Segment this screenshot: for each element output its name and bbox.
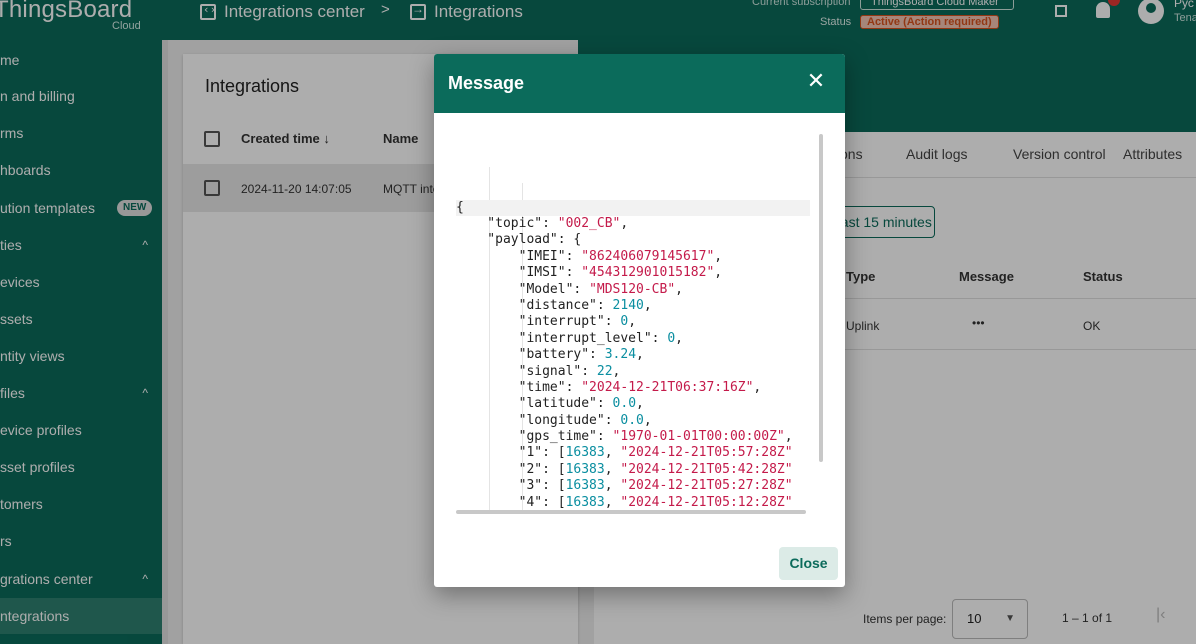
code-token: "2": [ [456, 461, 566, 477]
code-line: "latitude": 0.0, [456, 396, 810, 412]
code-token: "Model": [456, 281, 590, 297]
code-token: "longitude": [456, 412, 621, 428]
code-token: , [675, 330, 683, 346]
dialog-title: Message [448, 73, 525, 93]
dialog-header: Message ✕ [434, 54, 845, 113]
code-token: "battery": [456, 347, 605, 363]
code-token: "2024-12-21T05:27:28Z" [620, 478, 793, 494]
code-token: , [604, 461, 621, 477]
code-token: "MDS120-CB" [589, 281, 676, 297]
message-dialog: Message ✕ { "topic": "002_CB", "payload"… [434, 54, 845, 587]
code-token: 16383 [565, 478, 605, 494]
json-viewer[interactable]: { "topic": "002_CB", "payload": { "IMEI"… [456, 134, 828, 517]
code-token: "signal": [456, 363, 597, 379]
code-token: , [714, 265, 723, 281]
close-icon[interactable]: ✕ [805, 70, 827, 92]
code-token: "gps_time": [456, 429, 613, 445]
code-token: 3.24 [604, 347, 637, 363]
code-token: , [604, 445, 621, 461]
code-line: "interrupt": 0, [456, 314, 810, 330]
code-token: 22 [596, 363, 613, 379]
code-line: "topic": "002_CB", [456, 216, 810, 232]
code-token: , [612, 363, 621, 379]
code-token: 0.0 [620, 412, 644, 428]
code-line: "2": [16383, "2024-12-21T05:42:28Z" [456, 462, 810, 478]
code-token: "3": [ [456, 478, 566, 494]
horizontal-scrollbar[interactable] [456, 510, 806, 514]
code-token: 16383 [565, 445, 605, 461]
code-token: , [714, 248, 723, 264]
code-line: "gps_time": "1970-01-01T00:00:00Z", [456, 429, 810, 445]
code-line: "battery": 3.24, [456, 347, 810, 363]
code-token: , [636, 396, 644, 412]
code-token: "IMEI": [456, 248, 582, 264]
code-token: "862406079145617" [581, 248, 715, 264]
code-token: 2140 [612, 297, 644, 313]
code-line: "longitude": 0.0, [456, 413, 810, 429]
vertical-scrollbar[interactable] [819, 134, 823, 462]
code-token: , [620, 216, 629, 232]
code-line: "Model": "MDS120-CB", [456, 282, 810, 298]
code-line: "signal": 22, [456, 364, 810, 380]
code-token: "2024-12-21T06:37:16Z" [581, 379, 754, 395]
code-token: "454312901015182" [581, 265, 715, 281]
code-token: "distance": [456, 297, 613, 313]
code-token: 16383 [565, 494, 605, 510]
code-line: "distance": 2140, [456, 298, 810, 314]
code-line: "IMSI": "454312901015182", [456, 265, 810, 281]
code-line: "IMEI": "862406079145617", [456, 249, 810, 265]
code-token: "latitude": [456, 396, 613, 412]
code-token: "IMSI": [456, 265, 582, 281]
code-line: "3": [16383, "2024-12-21T05:27:28Z" [456, 478, 810, 494]
code-token: , [604, 478, 621, 494]
code-token: , [675, 281, 683, 297]
code-token: , [753, 379, 762, 395]
code-token: 0 [667, 330, 676, 346]
code-token: "1": [ [456, 445, 566, 461]
code-token: "payload": { [456, 232, 582, 248]
code-token: , [643, 412, 652, 428]
code-token: "interrupt_level": [456, 330, 668, 346]
code-token: "1970-01-01T00:00:00Z" [612, 429, 785, 445]
code-token: , [604, 494, 621, 510]
code-token: "2024-12-21T05:57:28Z" [620, 445, 793, 461]
code-line: "4": [16383, "2024-12-21T05:12:28Z" [456, 495, 810, 511]
close-button[interactable]: Close [779, 547, 838, 580]
code-token: "2024-12-21T05:12:28Z" [620, 494, 793, 510]
code-token: "4": [ [456, 494, 566, 510]
code-token: "interrupt": [456, 314, 621, 330]
code-token: "2024-12-21T05:42:28Z" [620, 461, 793, 477]
json-code: { "topic": "002_CB", "payload": { "IMEI"… [456, 134, 810, 514]
code-line: "1": [16383, "2024-12-21T05:57:28Z" [456, 445, 810, 461]
code-line: "interrupt_level": 0, [456, 331, 810, 347]
code-token: 0.0 [612, 396, 637, 412]
code-token: , [643, 297, 652, 313]
code-token: "time": [456, 379, 582, 395]
code-token: "002_CB" [557, 216, 621, 232]
code-line: "payload": { [456, 232, 810, 248]
code-token: , [628, 314, 637, 330]
code-line: "time": "2024-12-21T06:37:16Z", [456, 380, 810, 396]
code-token: 16383 [565, 461, 605, 477]
code-token: , [784, 429, 793, 445]
code-token: "topic": [456, 216, 558, 232]
code-token: { [456, 199, 464, 215]
code-line: { [456, 199, 810, 217]
code-token: , [636, 347, 644, 363]
